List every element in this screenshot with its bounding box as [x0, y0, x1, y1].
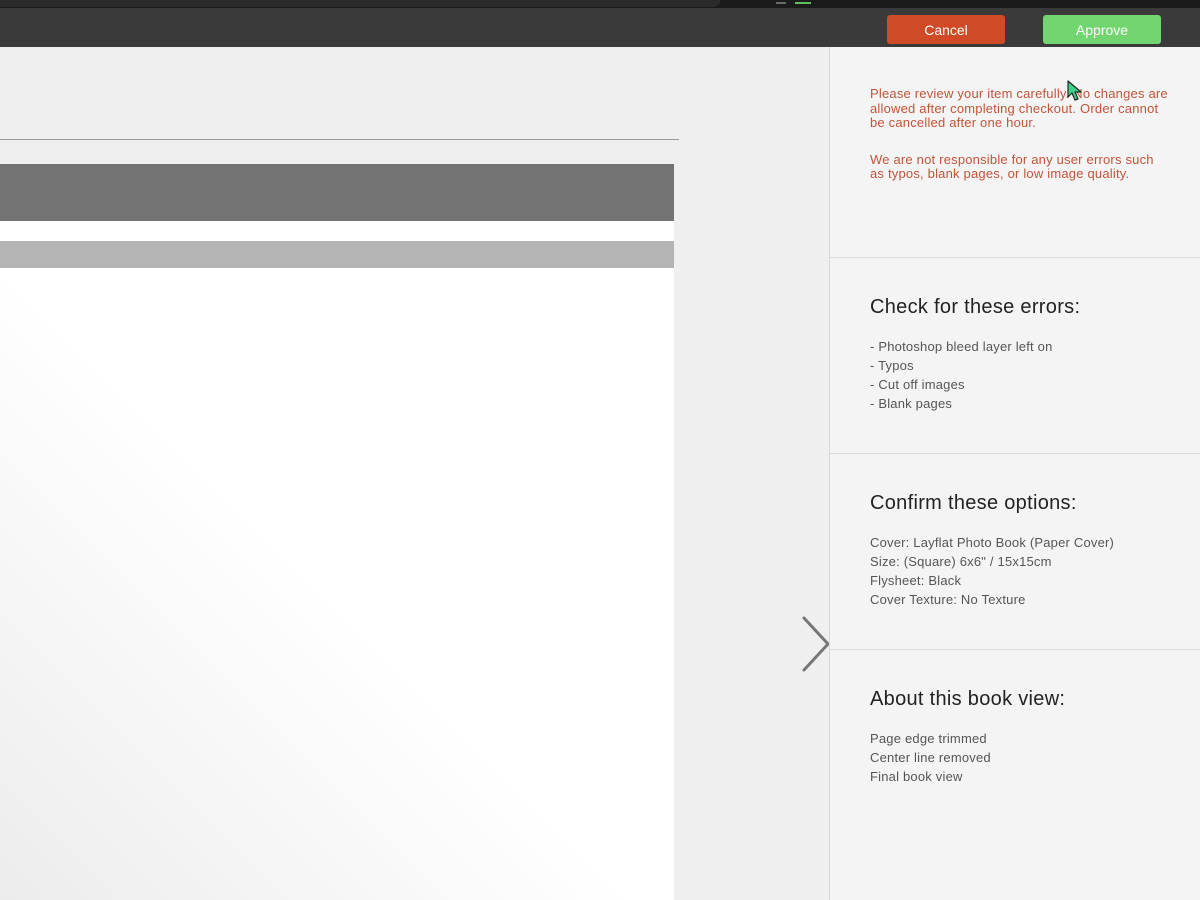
list-item: - Photoshop bleed layer left on: [870, 339, 1053, 354]
review-sidebar: Please review your item carefully. No ch…: [829, 47, 1200, 900]
browser-tab-shape: [0, 0, 720, 7]
options-title: Confirm these options:: [870, 492, 1077, 514]
list-item: - Blank pages: [870, 396, 953, 411]
errors-list: - Photoshop bleed layer left on - Typos …: [870, 337, 1200, 413]
notice-section: Please review your item carefully. No ch…: [830, 47, 1200, 258]
errors-section: Check for these errors: - Photoshop blee…: [830, 258, 1200, 454]
list-item: Page edge trimmed: [870, 731, 987, 746]
browser-top-strip: [0, 0, 1200, 8]
options-list: Cover: Layflat Photo Book (Paper Cover) …: [870, 533, 1200, 609]
about-title: About this book view:: [870, 688, 1066, 710]
divider-line: [0, 139, 679, 140]
about-section: About this book view: Page edge trimmed …: [830, 650, 1200, 900]
list-item: Size: (Square) 6x6" / 15x15cm: [870, 554, 1052, 569]
list-item: Flysheet: Black: [870, 573, 962, 588]
window-control-mark-green: [795, 2, 811, 4]
page-subheader-band: [0, 241, 674, 268]
list-item: Cover: Layflat Photo Book (Paper Cover): [870, 535, 1115, 550]
page-header-band: [0, 164, 674, 221]
list-item: Final book view: [870, 769, 963, 784]
list-item: Center line removed: [870, 750, 991, 765]
book-preview-area: [0, 47, 830, 900]
top-toolbar: Cancel Approve: [0, 8, 1200, 47]
mouse-pointer-icon: [1067, 80, 1082, 101]
approve-button[interactable]: Approve: [1043, 15, 1161, 44]
responsibility-notice: We are not responsible for any user erro…: [870, 151, 1154, 181]
list-item: Cover Texture: No Texture: [870, 592, 1026, 607]
options-section: Confirm these options: Cover: Layflat Ph…: [830, 454, 1200, 650]
list-item: - Typos: [870, 358, 914, 373]
errors-title: Check for these errors:: [870, 296, 1081, 318]
list-item: - Cut off images: [870, 377, 965, 392]
review-notice: Please review your item carefully. No ch…: [870, 86, 1168, 130]
about-list: Page edge trimmed Center line removed Fi…: [870, 729, 1200, 786]
cancel-button[interactable]: Cancel: [887, 15, 1005, 44]
window-control-mark: [776, 2, 786, 4]
book-page-preview: [0, 164, 674, 900]
